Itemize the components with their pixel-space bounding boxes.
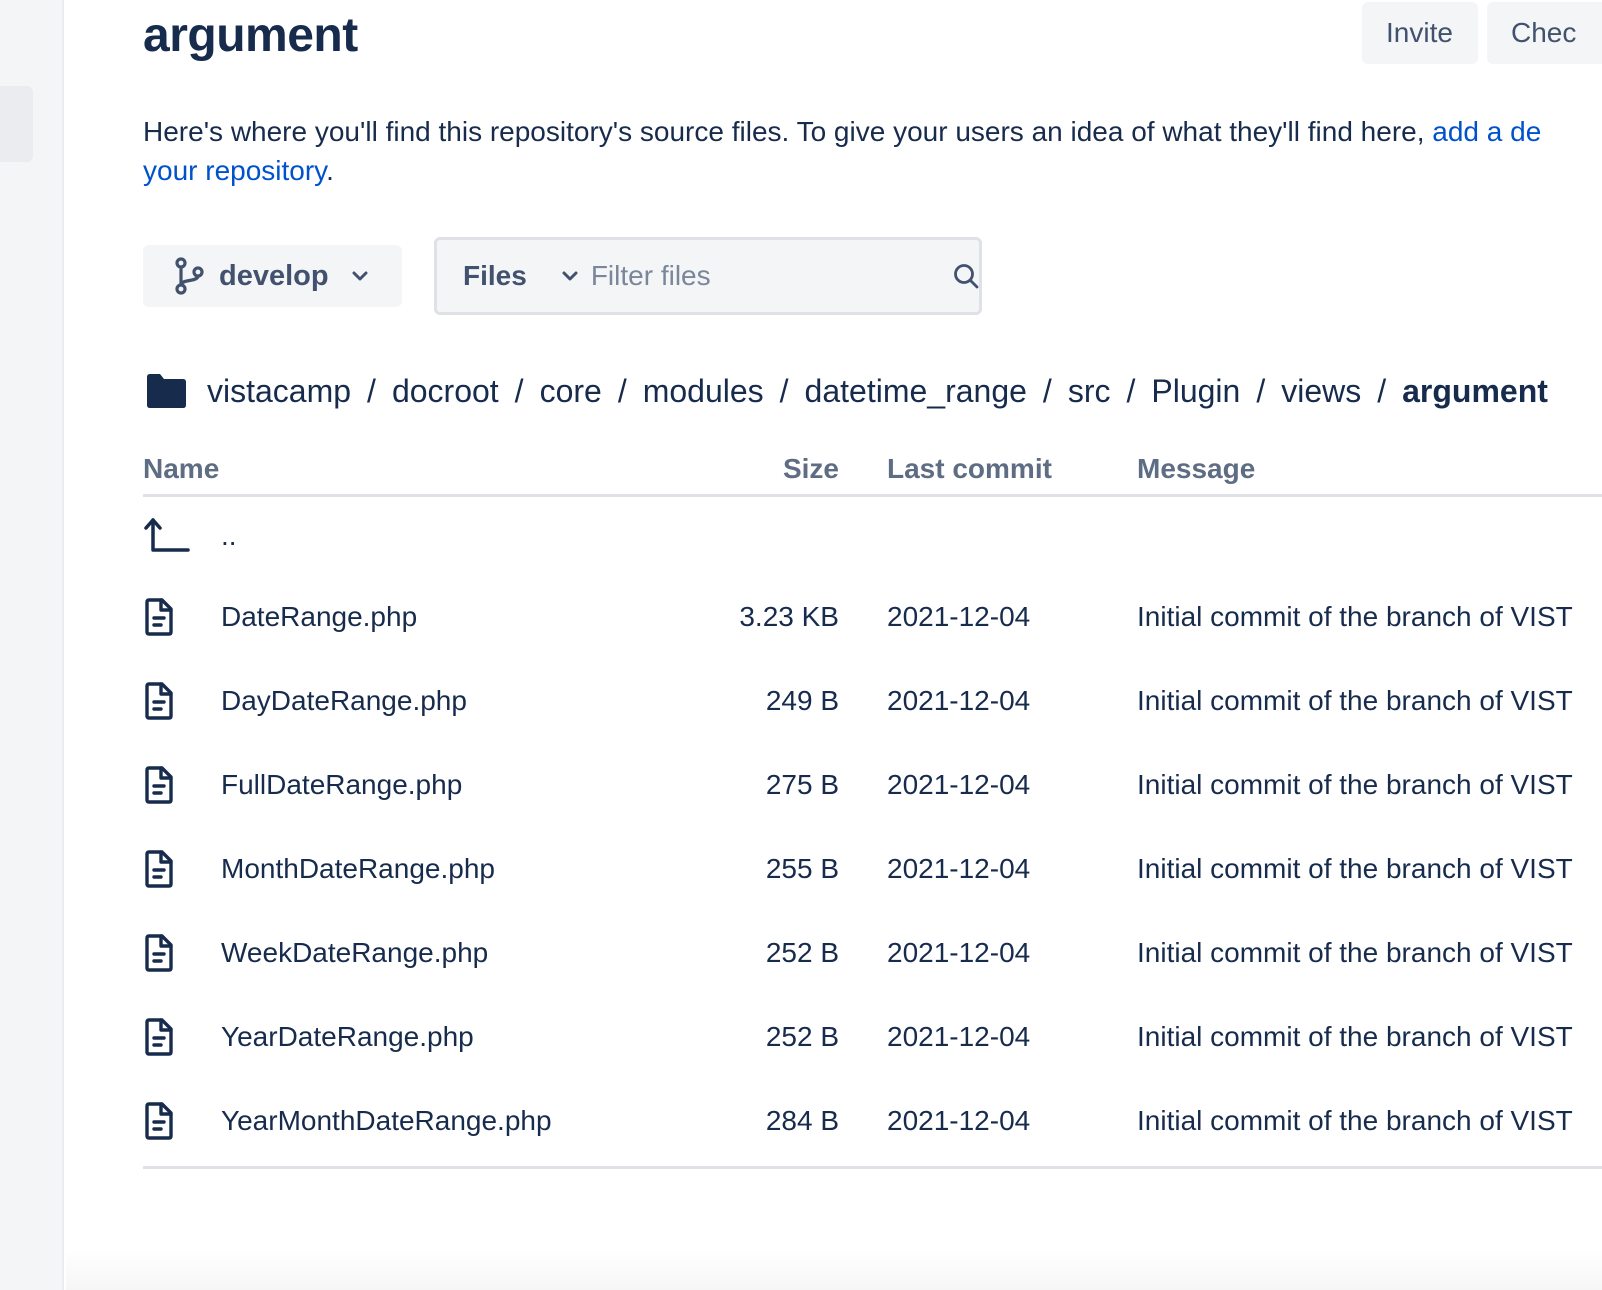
commit-message[interactable]: Initial commit of the branch of VIST (1137, 937, 1573, 969)
breadcrumb-separator: / (514, 372, 524, 409)
add-description-link[interactable]: add a de (1432, 116, 1541, 147)
main-content: argument Invite Chec Here's where you'll… (66, 0, 1602, 1290)
commit-message[interactable]: Initial commit of the branch of VIST (1137, 601, 1573, 633)
commit-message[interactable]: Initial commit of the branch of VIST (1137, 1021, 1573, 1053)
file-name-link[interactable]: DayDateRange.php (221, 685, 467, 717)
last-commit-date: 2021-12-04 (887, 1105, 1031, 1136)
file-icon (143, 850, 175, 888)
last-commit-date: 2021-12-04 (887, 1021, 1031, 1052)
breadcrumb-datetime-range[interactable]: datetime_range (805, 373, 1027, 410)
table-row[interactable]: YearMonthDateRange.php 284 B 2021-12-04 Ini… (143, 1079, 1602, 1163)
breadcrumb-vistacamp[interactable]: vistacamp (207, 373, 351, 410)
table-row[interactable]: FullDateRange.php 275 B 2021-12-04 Initial … (143, 743, 1602, 827)
table-row[interactable]: WeekDateRange.php 252 B 2021-12-04 Initial … (143, 911, 1602, 995)
file-size: 252 B (765, 1021, 839, 1052)
file-icon (143, 934, 175, 972)
file-size: 255 B (765, 853, 839, 884)
last-commit-date: 2021-12-04 (887, 853, 1031, 884)
table-row[interactable]: DayDateRange.php 249 B 2021-12-04 Initial c… (143, 659, 1602, 743)
breadcrumb-src[interactable]: src (1068, 373, 1111, 410)
file-icon (143, 766, 175, 804)
last-commit-date: 2021-12-04 (887, 769, 1031, 800)
file-name-link[interactable]: YearDateRange.php (221, 1021, 474, 1053)
check-out-button[interactable]: Chec (1487, 2, 1602, 64)
file-name-link[interactable]: FullDateRange.php (221, 769, 462, 801)
breadcrumb-separator: / (1042, 372, 1052, 409)
column-header-size[interactable]: Size (783, 453, 839, 485)
column-header-message[interactable]: Message (1137, 453, 1255, 485)
parent-directory-label: .. (221, 520, 237, 551)
column-header-name[interactable]: Name (143, 453, 219, 485)
commit-message[interactable]: Initial commit of the branch of VIST (1137, 1105, 1573, 1137)
breadcrumb-docroot[interactable]: docroot (392, 373, 499, 410)
parent-directory-row[interactable]: .. (143, 497, 1602, 575)
breadcrumb-separator: / (779, 372, 789, 409)
file-name-link[interactable]: DateRange.php (221, 601, 417, 633)
table-row[interactable]: MonthDateRange.php 255 B 2021-12-04 Initial… (143, 827, 1602, 911)
breadcrumb-separator: / (617, 372, 627, 409)
page-title: argument (143, 9, 358, 62)
left-sidebar (0, 0, 64, 1290)
branch-selector-button[interactable]: develop (143, 245, 402, 307)
file-size: 3.23 KB (739, 601, 839, 632)
commit-message[interactable]: Initial commit of the branch of VIST (1137, 769, 1573, 801)
chevron-down-icon (351, 270, 369, 282)
filter-type-label: Files (463, 260, 527, 291)
last-commit-date: 2021-12-04 (887, 685, 1031, 716)
breadcrumb-separator: / (367, 372, 376, 409)
file-icon (143, 598, 175, 636)
description-end: . (326, 155, 334, 186)
column-header-last-commit[interactable]: Last commit (887, 453, 1052, 485)
commit-message[interactable]: Initial commit of the branch of VIST (1137, 685, 1573, 717)
breadcrumb-separator: / (1377, 372, 1387, 409)
file-size: 275 B (765, 769, 839, 800)
search-icon[interactable] (952, 262, 980, 290)
breadcrumb-current: argument (1402, 372, 1548, 409)
breadcrumb-core[interactable]: core (540, 373, 602, 410)
breadcrumb-views[interactable]: views (1281, 373, 1361, 410)
filter-type-dropdown[interactable]: Files (437, 240, 579, 312)
breadcrumb: vistacamp / docroot / core / modules / d… (143, 365, 1548, 417)
file-name-link[interactable]: YearMonthDateRange.php (221, 1105, 552, 1137)
table-header: Name Size Last commit Message (143, 440, 1602, 497)
last-commit-date: 2021-12-04 (887, 937, 1031, 968)
file-size: 249 B (765, 685, 839, 716)
breadcrumb-modules[interactable]: modules (643, 373, 764, 410)
bottom-edge (66, 1250, 1602, 1290)
table-row[interactable]: YearDateRange.php 252 B 2021-12-04 Initial … (143, 995, 1602, 1079)
file-filter: Files (434, 237, 982, 315)
breadcrumb-separator: / (1126, 372, 1136, 409)
invite-button[interactable]: Invite (1362, 2, 1478, 64)
branch-icon (173, 257, 205, 295)
folder-icon (145, 373, 187, 409)
file-rows: DateRange.php 3.23 KB 2021-12-04 Initial co… (143, 575, 1602, 1163)
commit-message[interactable]: Initial commit of the branch of VIST (1137, 853, 1573, 885)
sidebar-active-tab[interactable] (0, 86, 33, 162)
breadcrumb-plugin[interactable]: Plugin (1151, 373, 1240, 410)
description-text: Here's where you'll find this repository… (143, 116, 1433, 147)
file-icon (143, 1018, 175, 1056)
file-icon (143, 1102, 175, 1140)
file-size: 284 B (765, 1105, 839, 1136)
parent-directory-icon (143, 516, 191, 556)
file-table: Name Size Last commit Message .. DateRan… (143, 440, 1602, 1169)
file-name-link[interactable]: MonthDateRange.php (221, 853, 495, 885)
file-icon (143, 682, 175, 720)
file-name-link[interactable]: WeekDateRange.php (221, 937, 488, 969)
table-bottom-border (143, 1166, 1602, 1169)
filter-files-input[interactable] (578, 240, 952, 312)
file-size: 252 B (765, 937, 839, 968)
branch-name: develop (219, 259, 329, 292)
chevron-down-icon (561, 270, 579, 282)
table-row[interactable]: DateRange.php 3.23 KB 2021-12-04 Initial co… (143, 575, 1602, 659)
last-commit-date: 2021-12-04 (887, 601, 1031, 632)
your-repository-link[interactable]: your repository (143, 155, 326, 186)
repository-description: Here's where you'll find this repository… (143, 112, 1602, 190)
breadcrumb-separator: / (1256, 372, 1266, 409)
